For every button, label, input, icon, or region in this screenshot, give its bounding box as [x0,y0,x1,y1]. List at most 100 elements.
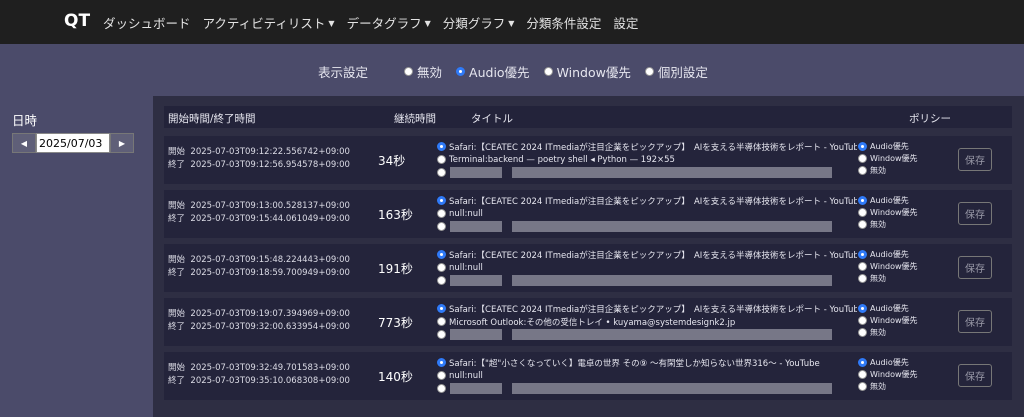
radio-button[interactable] [858,369,867,379]
radio-button[interactable] [437,263,446,272]
radio-button[interactable] [437,330,446,339]
radio-button[interactable] [437,304,446,313]
radio-button[interactable] [858,357,867,367]
custom-title-input[interactable] [512,167,832,178]
nav-item-1[interactable]: アクティビティリスト ▼ [203,13,335,32]
policy-option[interactable]: Audio優先 [858,356,918,368]
radio-button[interactable] [437,358,446,367]
radio-button[interactable] [437,155,446,164]
title-option-custom[interactable] [437,274,857,287]
radio-button[interactable] [437,222,446,231]
custom-title-input[interactable] [512,329,832,340]
policy-option[interactable]: Audio優先 [858,140,918,152]
policy-option[interactable]: Window優先 [858,368,918,380]
policy-option[interactable]: 無効 [858,326,918,338]
radio-button[interactable] [437,371,446,380]
title-text: Terminal:backend — poetry shell ◂ Python… [449,154,675,165]
save-button[interactable]: 保存 [958,202,992,225]
title-option-2[interactable]: Microsoft Outlook:その他の受信トレイ • kuyama@sys… [437,315,857,328]
radio-button[interactable] [543,66,553,76]
radio-button[interactable] [437,168,446,177]
title-option-2[interactable]: null:null [437,261,857,274]
policy-option[interactable]: 無効 [858,272,918,284]
radio-button[interactable] [858,303,867,313]
prev-date-button[interactable]: ◀ [12,133,36,153]
title-option-custom[interactable] [437,166,857,179]
radio-button[interactable] [858,261,867,271]
start-prefix: 開始 [168,201,186,211]
radio-button[interactable] [858,315,867,325]
radio-button[interactable] [858,327,867,337]
custom-app-input[interactable] [450,329,502,340]
policy-option[interactable]: Audio優先 [858,194,918,206]
radio-button[interactable] [437,196,446,205]
display-settings-label: 表示設定 [318,64,369,80]
title-option-1[interactable]: Safari:【"超"小さくなっていく】電卓の世界 その⑨ 〜有閑堂しか知らない… [437,356,857,369]
nav-item-3[interactable]: 分類グラフ ▼ [443,13,515,32]
title-option-2[interactable]: Terminal:backend — poetry shell ◂ Python… [437,153,857,166]
nav-item-0[interactable]: ダッシュボード [103,13,191,32]
custom-app-input[interactable] [450,167,502,178]
nav-item-5[interactable]: 設定 [613,13,638,32]
policy-option[interactable]: 無効 [858,164,918,176]
custom-title-input[interactable] [512,383,832,394]
save-button[interactable]: 保存 [958,148,992,171]
radio-button[interactable] [437,276,446,285]
radio-button[interactable] [858,195,867,205]
policy-option-label: Audio優先 [870,303,909,313]
title-text: null:null [449,208,483,219]
title-option-2[interactable]: null:null [437,369,857,382]
title-option-custom[interactable] [437,328,857,341]
custom-app-input[interactable] [450,221,502,232]
nav-item-2[interactable]: データグラフ ▼ [347,13,431,32]
radio-button[interactable] [437,317,446,326]
brand-logo[interactable]: QT [64,11,90,31]
radio-button[interactable] [404,66,414,76]
policy-option[interactable]: Window優先 [858,260,918,272]
display-option-2[interactable]: Window優先 [543,62,631,81]
custom-title-input[interactable] [512,275,832,286]
radio-button[interactable] [858,273,867,283]
policy-option[interactable]: 無効 [858,380,918,392]
title-option-2[interactable]: null:null [437,207,857,220]
policy-option[interactable]: Window優先 [858,206,918,218]
policy-option[interactable]: Audio優先 [858,248,918,260]
date-input[interactable] [36,133,110,153]
duration: 191秒 [378,262,413,276]
title-option-custom[interactable] [437,382,857,395]
radio-button[interactable] [858,153,867,163]
display-option-3[interactable]: 個別設定 [644,62,708,81]
display-option-1[interactable]: Audio優先 [456,62,530,81]
display-option-0[interactable]: 無効 [404,62,442,81]
start-prefix: 開始 [168,147,186,157]
nav-item-4[interactable]: 分類条件設定 [526,13,601,32]
radio-button[interactable] [858,207,867,217]
radio-button[interactable] [456,66,466,76]
title-option-1[interactable]: Safari:【CEATEC 2024 ITmediaが注目企業をピックアップ】… [437,302,857,315]
save-button[interactable]: 保存 [958,364,992,387]
radio-button[interactable] [858,165,867,175]
radio-button[interactable] [437,142,446,151]
title-option-1[interactable]: Safari:【CEATEC 2024 ITmediaが注目企業をピックアップ】… [437,248,857,261]
policy-option[interactable]: Window優先 [858,152,918,164]
radio-button[interactable] [858,219,867,229]
radio-button[interactable] [858,249,867,259]
radio-button[interactable] [858,141,867,151]
custom-app-input[interactable] [450,383,502,394]
save-button[interactable]: 保存 [958,256,992,279]
title-option-1[interactable]: Safari:【CEATEC 2024 ITmediaが注目企業をピックアップ】… [437,194,857,207]
custom-app-input[interactable] [450,275,502,286]
radio-button[interactable] [437,209,446,218]
policy-option[interactable]: 無効 [858,218,918,230]
title-option-custom[interactable] [437,220,857,233]
radio-button[interactable] [644,66,654,76]
next-date-button[interactable]: ▶ [110,133,134,153]
title-option-1[interactable]: Safari:【CEATEC 2024 ITmediaが注目企業をピックアップ】… [437,140,857,153]
policy-option[interactable]: Audio優先 [858,302,918,314]
radio-button[interactable] [437,250,446,259]
save-button[interactable]: 保存 [958,310,992,333]
radio-button[interactable] [858,381,867,391]
policy-option[interactable]: Window優先 [858,314,918,326]
radio-button[interactable] [437,384,446,393]
custom-title-input[interactable] [512,221,832,232]
